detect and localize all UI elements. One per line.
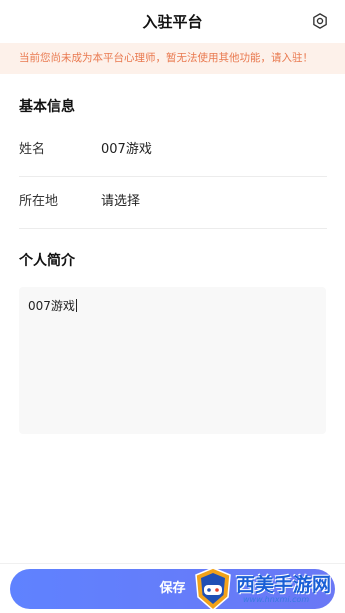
profile-heading: 个人简介 (19, 253, 75, 269)
notice-banner: 当前您尚未成为本平台心理师，暂无法使用其他功能，请入驻！ (0, 43, 345, 74)
location-field[interactable]: 所在地 请选择 (19, 176, 327, 228)
divider (19, 228, 327, 229)
location-label: 所在地 (19, 194, 59, 209)
name-value[interactable]: 007游戏 (101, 124, 152, 176)
name-field[interactable]: 姓名 007游戏 (19, 124, 327, 176)
text-caret (75, 299, 77, 312)
profile-textarea[interactable]: 007游戏 (19, 287, 326, 434)
watermark-logo: 西美手游网 www.hnxmi.com (193, 567, 343, 611)
gear-icon[interactable] (311, 12, 329, 30)
basic-info-heading: 基本信息 (19, 99, 75, 115)
location-picker[interactable]: 请选择 (101, 176, 140, 228)
profile-text: 007游戏 (28, 299, 75, 313)
name-label: 姓名 (19, 142, 46, 157)
shield-logo-icon (195, 567, 231, 611)
page-title: 入驻平台 (142, 13, 203, 31)
watermark-name: 西美手游网 (236, 574, 332, 596)
watermark-url: www.hnxmi.com (243, 595, 310, 604)
top-bar: 入驻平台 (0, 0, 345, 42)
